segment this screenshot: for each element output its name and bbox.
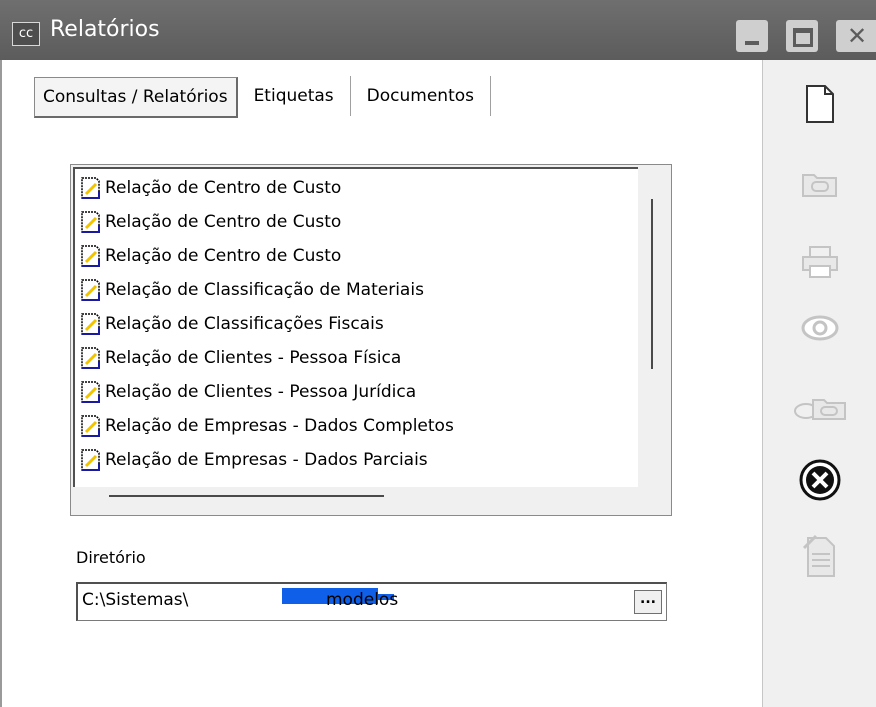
tab-etiquetas[interactable]: Etiquetas — [238, 76, 351, 116]
directory-label: Diretório — [76, 548, 146, 567]
report-list-item-label: Relação de Clientes - Pessoa Física — [105, 348, 402, 368]
report-list-item-label: Relação de Empresas - Dados Parciais — [105, 450, 428, 470]
report-list-item-label: Relação de Centro de Custo — [105, 246, 342, 266]
new-document-icon[interactable] — [763, 74, 876, 134]
open-folder-icon[interactable] — [763, 154, 876, 214]
report-document-icon — [81, 279, 100, 301]
directory-field[interactable]: C:\Sistemas\ modelos ... — [76, 582, 667, 621]
edit-document-icon[interactable] — [763, 526, 876, 586]
minimize-button[interactable] — [736, 20, 768, 52]
vertical-scrollbar[interactable] — [651, 199, 653, 369]
directory-value-prefix: C:\Sistemas\ — [82, 590, 189, 610]
action-toolbar — [762, 60, 876, 707]
report-document-icon — [81, 347, 100, 369]
report-list-item[interactable]: Relação de Empresas - Dados Parciais — [79, 445, 428, 475]
print-icon[interactable] — [763, 232, 876, 292]
report-list-item[interactable]: Relação de Empresas - Dados Completos — [79, 411, 454, 441]
tab-bar: Consultas / Relatórios Etiquetas Documen… — [34, 76, 492, 118]
close-window-button[interactable]: ✕ — [836, 20, 876, 52]
preview-eye-icon[interactable] — [763, 298, 876, 358]
preview-folder-icon[interactable] — [763, 378, 876, 438]
horizontal-scrollbar[interactable] — [109, 495, 384, 497]
report-list-item[interactable]: Relação de Centro de Custo — [79, 207, 341, 237]
report-list: Relação de Centro de Custo Relação de Cen… — [73, 167, 638, 487]
report-list-item[interactable]: Relação de Clientes - Pessoa Física — [79, 343, 401, 373]
report-document-icon — [81, 381, 100, 403]
report-list-item-label: Relação de Centro de Custo — [105, 212, 342, 232]
report-list-item[interactable]: Relação de Centro de Custo — [79, 173, 341, 203]
report-list-item-label: Relação de Centro de Custo — [105, 178, 342, 198]
app-icon[interactable]: cc — [12, 22, 40, 46]
browse-button[interactable]: ... — [634, 590, 662, 614]
directory-value-suffix: modelos — [326, 590, 399, 610]
close-icon: ✕ — [847, 22, 868, 50]
report-list-item[interactable]: Relação de Centro de Custo — [79, 241, 341, 271]
tab-consultas-relatorios[interactable]: Consultas / Relatórios — [34, 77, 238, 118]
report-listbox[interactable]: Relação de Centro de Custo Relação de Cen… — [70, 164, 672, 516]
report-document-icon — [81, 177, 100, 199]
report-list-item[interactable]: Relação de Classificação de Materiais — [79, 275, 424, 305]
tab-documentos[interactable]: Documentos — [351, 76, 492, 116]
report-document-icon — [81, 211, 100, 233]
report-list-item[interactable]: Relação de Clientes - Pessoa Jurídica — [79, 377, 416, 407]
report-list-item-label: Relação de Classificações Fiscais — [105, 314, 384, 334]
report-list-item-label: Relação de Clientes - Pessoa Jurídica — [105, 382, 417, 402]
report-document-icon — [81, 449, 100, 471]
window-title: Relatórios — [50, 17, 160, 42]
report-document-icon — [81, 245, 100, 267]
report-list-item-label: Relação de Classificação de Materiais — [105, 280, 424, 300]
report-list-item[interactable]: Relação de Classificações Fiscais — [79, 309, 384, 339]
report-list-item-label: Relação de Empresas - Dados Completos — [105, 416, 454, 436]
maximize-button[interactable] — [786, 20, 818, 52]
close-circle-icon[interactable] — [763, 450, 876, 510]
title-bar[interactable]: cc Relatórios ✕ — [0, 0, 876, 68]
report-document-icon — [81, 415, 100, 437]
report-document-icon — [81, 313, 100, 335]
